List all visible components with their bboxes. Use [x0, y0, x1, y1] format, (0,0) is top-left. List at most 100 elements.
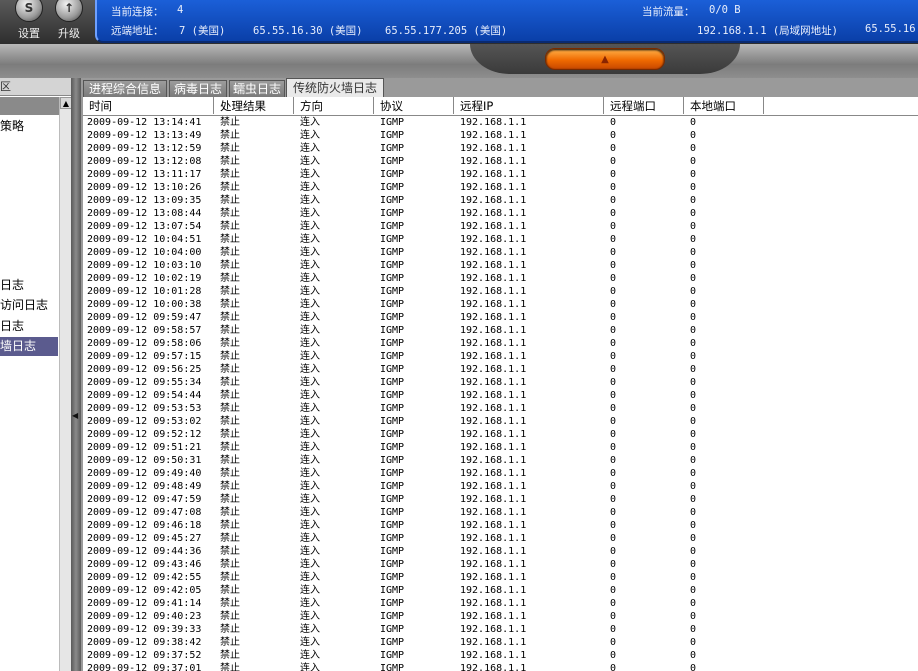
- tab-firewall-log[interactable]: 传统防火墙日志: [286, 78, 384, 97]
- cell-local-port: 0: [690, 624, 697, 635]
- table-row[interactable]: 2009-09-12 09:37:01 禁止 连入 IGMP 192.168.1.1 0 0: [83, 662, 918, 671]
- table-row[interactable]: 2009-09-12 09:49:40 禁止 连入 IGMP 192.168.1.1 0 0: [83, 467, 918, 480]
- table-row[interactable]: 2009-09-12 09:47:59 禁止 连入 IGMP 192.168.1.1 0 0: [83, 493, 918, 506]
- table-row[interactable]: 2009-09-12 10:04:00 禁止 连入 IGMP 192.168.1.1 0 0: [83, 246, 918, 259]
- table-row[interactable]: 2009-09-12 09:38:42 禁止 连入 IGMP 192.168.1.1 0 0: [83, 636, 918, 649]
- local-ip[interactable]: 192.168.1.1 (局域网地址): [697, 23, 838, 38]
- collapse-panel-button[interactable]: ▲: [545, 48, 665, 70]
- table-row[interactable]: 2009-09-12 09:54:44 禁止 连入 IGMP 192.168.1.1 0 0: [83, 389, 918, 402]
- column-protocol[interactable]: 协议: [374, 97, 454, 114]
- table-row[interactable]: 2009-09-12 09:57:15 禁止 连入 IGMP 192.168.1.1 0 0: [83, 350, 918, 363]
- cell-result: 禁止: [220, 234, 240, 245]
- upgrade-button[interactable]: ↑ 升级: [52, 0, 86, 44]
- table-row[interactable]: 2009-09-12 13:08:44 禁止 连入 IGMP 192.168.1.1 0 0: [83, 207, 918, 220]
- collapse-left-icon[interactable]: ◀: [72, 411, 78, 420]
- cell-time: 2009-09-12 10:00:38: [87, 299, 202, 310]
- table-row[interactable]: 2009-09-12 09:44:36 禁止 连入 IGMP 192.168.1.1 0 0: [83, 545, 918, 558]
- cell-direction: 连入: [300, 624, 320, 635]
- column-time[interactable]: 时间: [83, 97, 214, 114]
- tab-virus-log[interactable]: 病毒日志: [169, 80, 227, 97]
- table-row[interactable]: 2009-09-12 09:58:06 禁止 连入 IGMP 192.168.1.1 0 0: [83, 337, 918, 350]
- cell-remote-port: 0: [610, 286, 617, 297]
- cell-remote-ip: 192.168.1.1: [460, 338, 527, 349]
- table-row[interactable]: 2009-09-12 10:04:51 禁止 连入 IGMP 192.168.1.1 0 0: [83, 233, 918, 246]
- table-row[interactable]: 2009-09-12 10:00:38 禁止 连入 IGMP 192.168.1.1 0 0: [83, 298, 918, 311]
- cell-result: 禁止: [220, 182, 240, 193]
- cell-local-port: 0: [690, 169, 697, 180]
- table-row[interactable]: 2009-09-12 13:07:54 禁止 连入 IGMP 192.168.1.1 0 0: [83, 220, 918, 233]
- table-row[interactable]: 2009-09-12 13:13:49 禁止 连入 IGMP 192.168.1.1 0 0: [83, 129, 918, 142]
- table-row[interactable]: 2009-09-12 09:53:53 禁止 连入 IGMP 192.168.1.1 0 0: [83, 402, 918, 415]
- table-row[interactable]: 2009-09-12 09:58:57 禁止 连入 IGMP 192.168.1.1 0 0: [83, 324, 918, 337]
- settings-button[interactable]: S 设置: [12, 0, 46, 44]
- table-row[interactable]: 2009-09-12 09:39:33 禁止 连入 IGMP 192.168.1.1 0 0: [83, 623, 918, 636]
- remote-ip-3[interactable]: 65.55.16: [865, 23, 916, 35]
- partial-toolbar-button[interactable]: |: [0, 0, 6, 44]
- cell-result: 禁止: [220, 195, 240, 206]
- column-remote-ip[interactable]: 远程IP: [454, 97, 604, 114]
- cell-result: 禁止: [220, 429, 240, 440]
- cell-time: 2009-09-12 09:58:06: [87, 338, 202, 349]
- cell-result: 禁止: [220, 416, 240, 427]
- table-row[interactable]: 2009-09-12 13:12:08 禁止 连入 IGMP 192.168.1.1 0 0: [83, 155, 918, 168]
- table-row[interactable]: 2009-09-12 09:42:05 禁止 连入 IGMP 192.168.1.1 0 0: [83, 584, 918, 597]
- cell-remote-port: 0: [610, 273, 617, 284]
- left-nav-panel: 区 策略 日志 访问日志 日志 墙日志 ▲: [0, 78, 72, 671]
- panel-splitter[interactable]: ◀: [71, 78, 81, 671]
- cell-protocol: IGMP: [380, 559, 405, 570]
- table-row[interactable]: 2009-09-12 09:48:49 禁止 连入 IGMP 192.168.1.1 0 0: [83, 480, 918, 493]
- cell-local-port: 0: [690, 377, 697, 388]
- connection-status-panel: 当前连接： 4 当前流量： 0/0 B 远端地址： 7 (美国) 65.55.1…: [95, 0, 918, 43]
- tab-worm-log[interactable]: 蠕虫日志: [229, 80, 285, 97]
- nav-item-log[interactable]: 日志: [0, 276, 58, 295]
- table-row[interactable]: 2009-09-12 13:12:59 禁止 连入 IGMP 192.168.1.1 0 0: [83, 142, 918, 155]
- table-row[interactable]: 2009-09-12 09:55:34 禁止 连入 IGMP 192.168.1.1 0 0: [83, 376, 918, 389]
- table-row[interactable]: 2009-09-12 13:14:41 禁止 连入 IGMP 192.168.1.1 0 0: [83, 116, 918, 129]
- cell-protocol: IGMP: [380, 585, 405, 596]
- table-row[interactable]: 2009-09-12 09:59:47 禁止 连入 IGMP 192.168.1.1 0 0: [83, 311, 918, 324]
- table-row[interactable]: 2009-09-12 09:53:02 禁止 连入 IGMP 192.168.1.1 0 0: [83, 415, 918, 428]
- table-row[interactable]: 2009-09-12 10:02:19 禁止 连入 IGMP 192.168.1.1 0 0: [83, 272, 918, 285]
- cell-direction: 连入: [300, 156, 320, 167]
- table-row[interactable]: 2009-09-12 09:46:18 禁止 连入 IGMP 192.168.1.1 0 0: [83, 519, 918, 532]
- column-remote-port[interactable]: 远程端口: [604, 97, 684, 114]
- cell-direction: 连入: [300, 195, 320, 206]
- table-row[interactable]: 2009-09-12 09:51:21 禁止 连入 IGMP 192.168.1.1 0 0: [83, 441, 918, 454]
- table-row[interactable]: 2009-09-12 13:09:35 禁止 连入 IGMP 192.168.1.1 0 0: [83, 194, 918, 207]
- cell-remote-port: 0: [610, 520, 617, 531]
- table-row[interactable]: 2009-09-12 09:37:52 禁止 连入 IGMP 192.168.1.1 0 0: [83, 649, 918, 662]
- table-row[interactable]: 2009-09-12 09:56:25 禁止 连入 IGMP 192.168.1.1 0 0: [83, 363, 918, 376]
- column-direction[interactable]: 方向: [294, 97, 374, 114]
- cell-remote-port: 0: [610, 559, 617, 570]
- cell-remote-port: 0: [610, 572, 617, 583]
- table-row[interactable]: 2009-09-12 09:47:08 禁止 连入 IGMP 192.168.1.1 0 0: [83, 506, 918, 519]
- table-row[interactable]: 2009-09-12 13:10:26 禁止 连入 IGMP 192.168.1.1 0 0: [83, 181, 918, 194]
- table-row[interactable]: 2009-09-12 09:41:14 禁止 连入 IGMP 192.168.1.1 0 0: [83, 597, 918, 610]
- cell-result: 禁止: [220, 507, 240, 518]
- cell-direction: 连入: [300, 247, 320, 258]
- cell-remote-ip: 192.168.1.1: [460, 325, 527, 336]
- table-row[interactable]: 2009-09-12 09:52:12 禁止 连入 IGMP 192.168.1.1 0 0: [83, 428, 918, 441]
- table-row[interactable]: 2009-09-12 10:01:28 禁止 连入 IGMP 192.168.1.1 0 0: [83, 285, 918, 298]
- table-row[interactable]: 2009-09-12 09:40:23 禁止 连入 IGMP 192.168.1.1 0 0: [83, 610, 918, 623]
- nav-item-access-log[interactable]: 访问日志: [0, 296, 58, 315]
- table-row[interactable]: 2009-09-12 09:50:31 禁止 连入 IGMP 192.168.1.1 0 0: [83, 454, 918, 467]
- remote-address-count: 7 (美国): [179, 25, 226, 37]
- nav-item-log-2[interactable]: 日志: [0, 317, 58, 336]
- cell-time: 2009-09-12 09:52:12: [87, 429, 202, 440]
- cell-remote-port: 0: [610, 338, 617, 349]
- table-row[interactable]: 2009-09-12 13:11:17 禁止 连入 IGMP 192.168.1.1 0 0: [83, 168, 918, 181]
- remote-ip-2[interactable]: 65.55.177.205 (美国): [385, 23, 507, 38]
- cell-protocol: IGMP: [380, 325, 405, 336]
- table-row[interactable]: 2009-09-12 09:43:46 禁止 连入 IGMP 192.168.1.1 0 0: [83, 558, 918, 571]
- table-row[interactable]: 2009-09-12 09:45:27 禁止 连入 IGMP 192.168.1.1 0 0: [83, 532, 918, 545]
- tab-process-info[interactable]: 进程综合信息: [83, 80, 167, 97]
- remote-ip-1[interactable]: 65.55.16.30 (美国): [253, 23, 363, 38]
- cell-local-port: 0: [690, 182, 697, 193]
- column-result[interactable]: 处理结果: [214, 97, 294, 114]
- table-row[interactable]: 2009-09-12 09:42:55 禁止 连入 IGMP 192.168.1.1 0 0: [83, 571, 918, 584]
- table-row[interactable]: 2009-09-12 10:03:10 禁止 连入 IGMP 192.168.1.1 0 0: [83, 259, 918, 272]
- column-local-port[interactable]: 本地端口: [684, 97, 764, 114]
- nav-item-policy[interactable]: 策略: [0, 117, 58, 136]
- nav-item-firewall-log[interactable]: 墙日志: [0, 337, 58, 356]
